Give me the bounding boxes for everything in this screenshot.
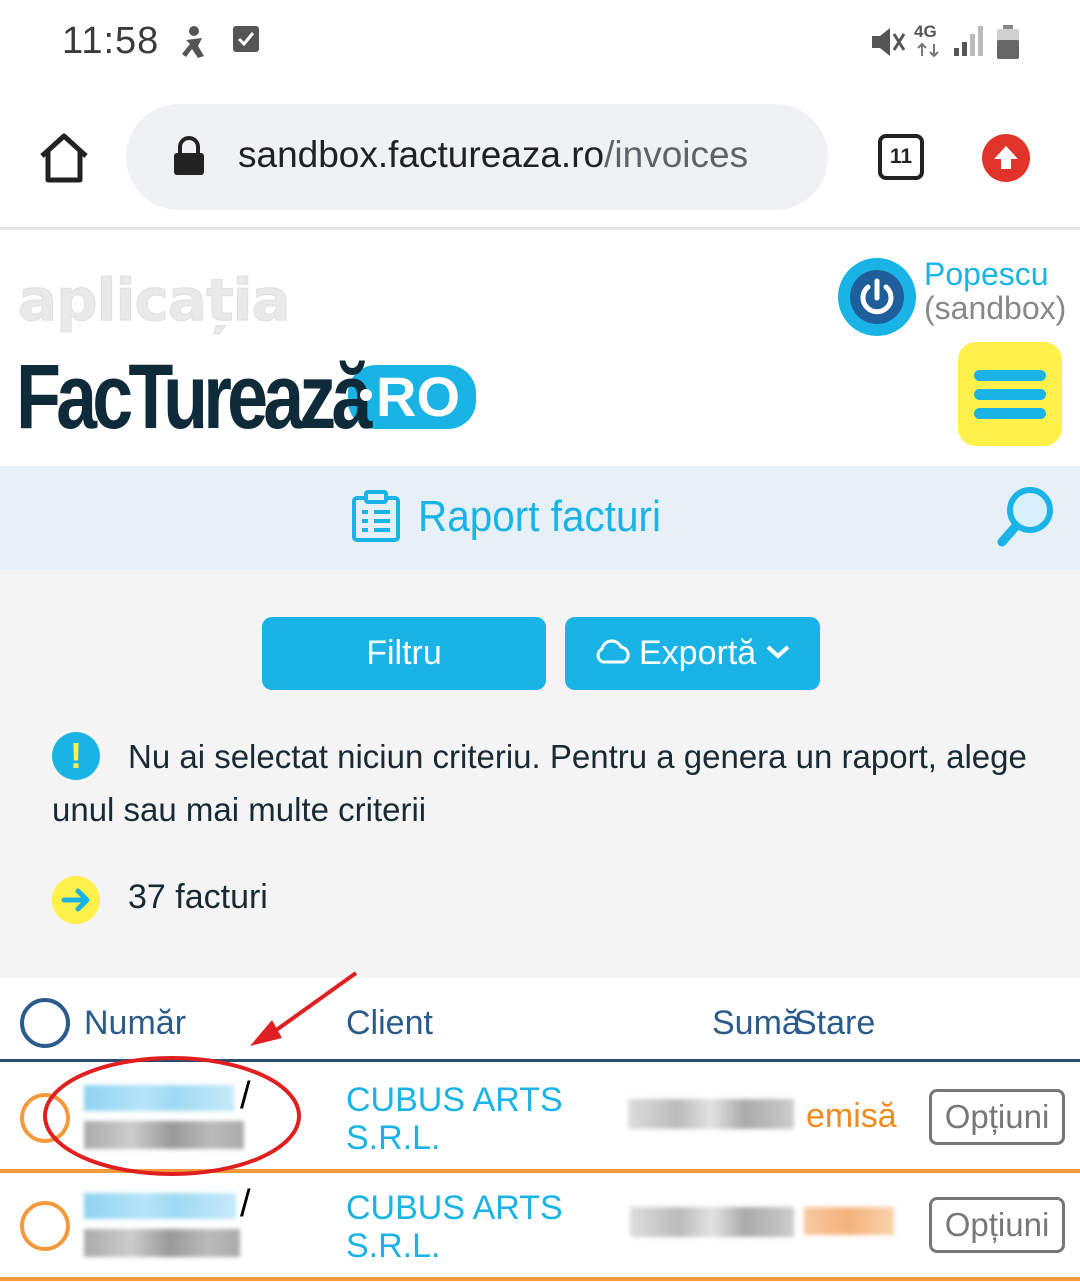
export-button[interactable]: Exportă xyxy=(565,617,820,690)
app-header: aplicația FacTurează RO Popescu (sandbox… xyxy=(0,232,1080,466)
client-name[interactable]: CUBUS ARTS S.R.L. xyxy=(346,1081,563,1157)
select-all-checkbox[interactable] xyxy=(20,998,70,1048)
checkbox-notification-icon xyxy=(233,26,259,52)
notice-message: Nu ai selectat niciun criteriu. Pentru a… xyxy=(52,738,1027,828)
invoice-number-redacted[interactable] xyxy=(84,1193,236,1219)
number-separator: / xyxy=(240,1075,251,1117)
table-row[interactable]: / CUBUS ARTS S.R.L. Opțiuni xyxy=(0,1173,1080,1281)
filter-button[interactable]: Filtru xyxy=(262,617,546,690)
page-title: Raport facturi xyxy=(418,492,661,541)
url-domain: sandbox.factureaza.ro xyxy=(238,134,605,175)
row-checkbox[interactable] xyxy=(20,1201,70,1251)
column-header-amount[interactable]: Sumă xyxy=(712,1004,801,1043)
chevron-down-icon xyxy=(766,645,790,659)
data-arrows-icon xyxy=(917,42,939,58)
logout-button[interactable] xyxy=(838,258,916,336)
table-header: Număr Client Sumă Stare xyxy=(0,978,1080,1062)
url-text: sandbox.factureaza.ro/invoices xyxy=(238,134,748,176)
address-bar[interactable]: sandbox.factureaza.ro/invoices xyxy=(126,104,828,210)
invoice-date-redacted xyxy=(84,1229,240,1257)
update-button[interactable] xyxy=(982,134,1030,182)
search-icon[interactable] xyxy=(994,484,1058,552)
brand-logo[interactable]: FacTurează RO xyxy=(16,346,476,448)
arrow-right-icon xyxy=(52,876,100,924)
invoice-count: 37 facturi xyxy=(128,878,268,916)
status-badge: emisă xyxy=(806,1097,897,1135)
cloud-icon xyxy=(596,639,630,664)
amount-redacted xyxy=(630,1207,794,1237)
url-path: /invoices xyxy=(604,134,749,175)
menu-button[interactable] xyxy=(958,342,1062,446)
home-icon[interactable] xyxy=(36,130,92,186)
status-bar: 11:58 4G xyxy=(0,0,1080,86)
export-label: Exportă xyxy=(639,634,757,672)
user-name[interactable]: Popescu xyxy=(924,256,1049,293)
report-panel: Filtru Exportă ! Nu ai selectat niciun c… xyxy=(0,570,1080,978)
lock-icon xyxy=(174,136,204,175)
table-row[interactable]: / CUBUS ARTS S.R.L. emisă Opțiuni xyxy=(0,1065,1080,1173)
number-separator: / xyxy=(240,1183,251,1225)
options-button[interactable]: Opțiuni xyxy=(929,1197,1065,1253)
column-header-number[interactable]: Număr xyxy=(84,1004,186,1043)
aplicatia-logo: aplicația xyxy=(18,266,292,335)
tab-switcher-button[interactable]: 11 xyxy=(878,134,924,180)
hamburger-icon xyxy=(974,370,1046,381)
arrow-up-icon xyxy=(994,146,1018,169)
battery-icon xyxy=(997,25,1019,59)
client-name[interactable]: CUBUS ARTS S.R.L. xyxy=(346,1189,563,1265)
notification-person-icon xyxy=(182,26,204,58)
column-header-status[interactable]: Stare xyxy=(794,1004,875,1043)
invoice-date-redacted xyxy=(84,1121,244,1149)
column-header-client[interactable]: Client xyxy=(346,1004,433,1043)
invoice-number-redacted[interactable] xyxy=(84,1085,234,1111)
signal-icon xyxy=(954,26,983,56)
row-checkbox[interactable] xyxy=(20,1093,70,1143)
status-redacted xyxy=(804,1207,894,1235)
status-time: 11:58 xyxy=(62,20,160,62)
browser-toolbar: sandbox.factureaza.ro/invoices 11 xyxy=(0,86,1080,230)
clipboard-report-icon xyxy=(352,490,400,542)
invoices-table: Număr Client Sumă Stare / CUBUS ARTS S.R… xyxy=(0,978,1080,1282)
options-button[interactable]: Opțiuni xyxy=(929,1089,1065,1145)
network-type: 4G xyxy=(914,22,937,41)
page-title-bar: Raport facturi xyxy=(0,466,1080,570)
user-environment: (sandbox) xyxy=(924,290,1067,326)
power-icon xyxy=(860,278,894,315)
brand-name: FacTurează xyxy=(16,345,372,448)
vibrate-mute-icon xyxy=(872,28,906,56)
amount-redacted xyxy=(628,1099,794,1129)
